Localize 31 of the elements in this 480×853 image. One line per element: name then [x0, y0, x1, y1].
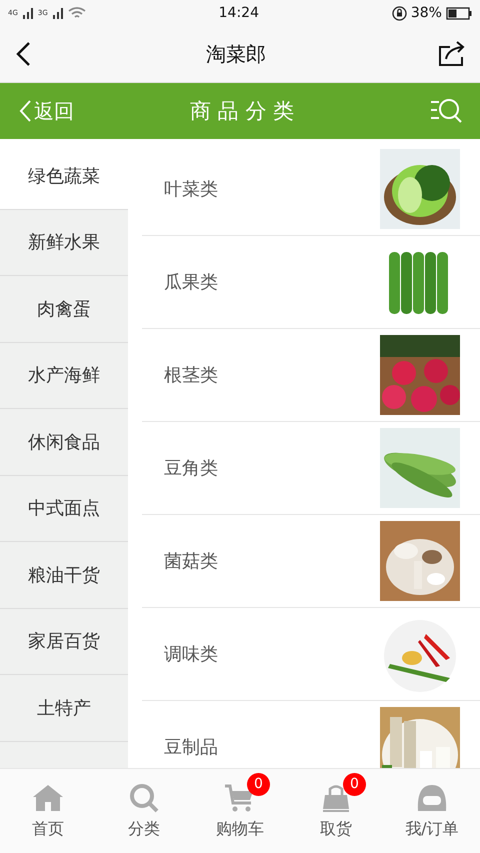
subcategory-label[interactable]: 根茎类	[164, 363, 218, 387]
tab-bar-item[interactable]: 分类	[96, 769, 192, 853]
count-badge: 0	[343, 772, 366, 796]
section-title: 商 品 分 类	[190, 98, 294, 125]
subcategory-label[interactable]: 菌菇类	[164, 549, 218, 573]
signal-icon	[22, 7, 34, 19]
chevron-icon	[18, 99, 32, 123]
search-menu-icon[interactable]	[430, 98, 462, 124]
clock-time: 14:24	[218, 5, 259, 21]
battery-percent: 38%	[410, 5, 442, 21]
bag-icon	[320, 782, 352, 812]
home-icon	[32, 782, 64, 812]
battery-icon	[446, 6, 472, 20]
count-badge: 0	[247, 772, 270, 796]
tab-bar-item[interactable]: 首页	[0, 769, 96, 853]
page-title: 淘菜郎	[206, 40, 266, 68]
tab-bar-item[interactable]: 0 取货	[288, 769, 384, 853]
subcategory-label[interactable]: 豆制品	[164, 735, 218, 759]
rotation-lock-icon	[392, 6, 407, 20]
subcategory-label[interactable]: 叶菜类	[164, 177, 218, 201]
share-icon[interactable]	[438, 41, 466, 67]
tab-bar-item[interactable]: 我/订单	[384, 769, 480, 853]
wifi-icon	[68, 6, 86, 20]
user-icon	[416, 782, 448, 812]
subcategory-label[interactable]: 调味类	[164, 642, 218, 666]
subcategory-label[interactable]: 豆角类	[164, 456, 218, 480]
search-icon	[129, 782, 159, 812]
subcategory-label[interactable]: 瓜果类	[164, 270, 218, 294]
category-item[interactable]: 绿色蔬菜	[0, 143, 128, 210]
tab-bar-item[interactable]: 0 购物车	[192, 769, 288, 853]
signal-icon	[52, 7, 64, 19]
